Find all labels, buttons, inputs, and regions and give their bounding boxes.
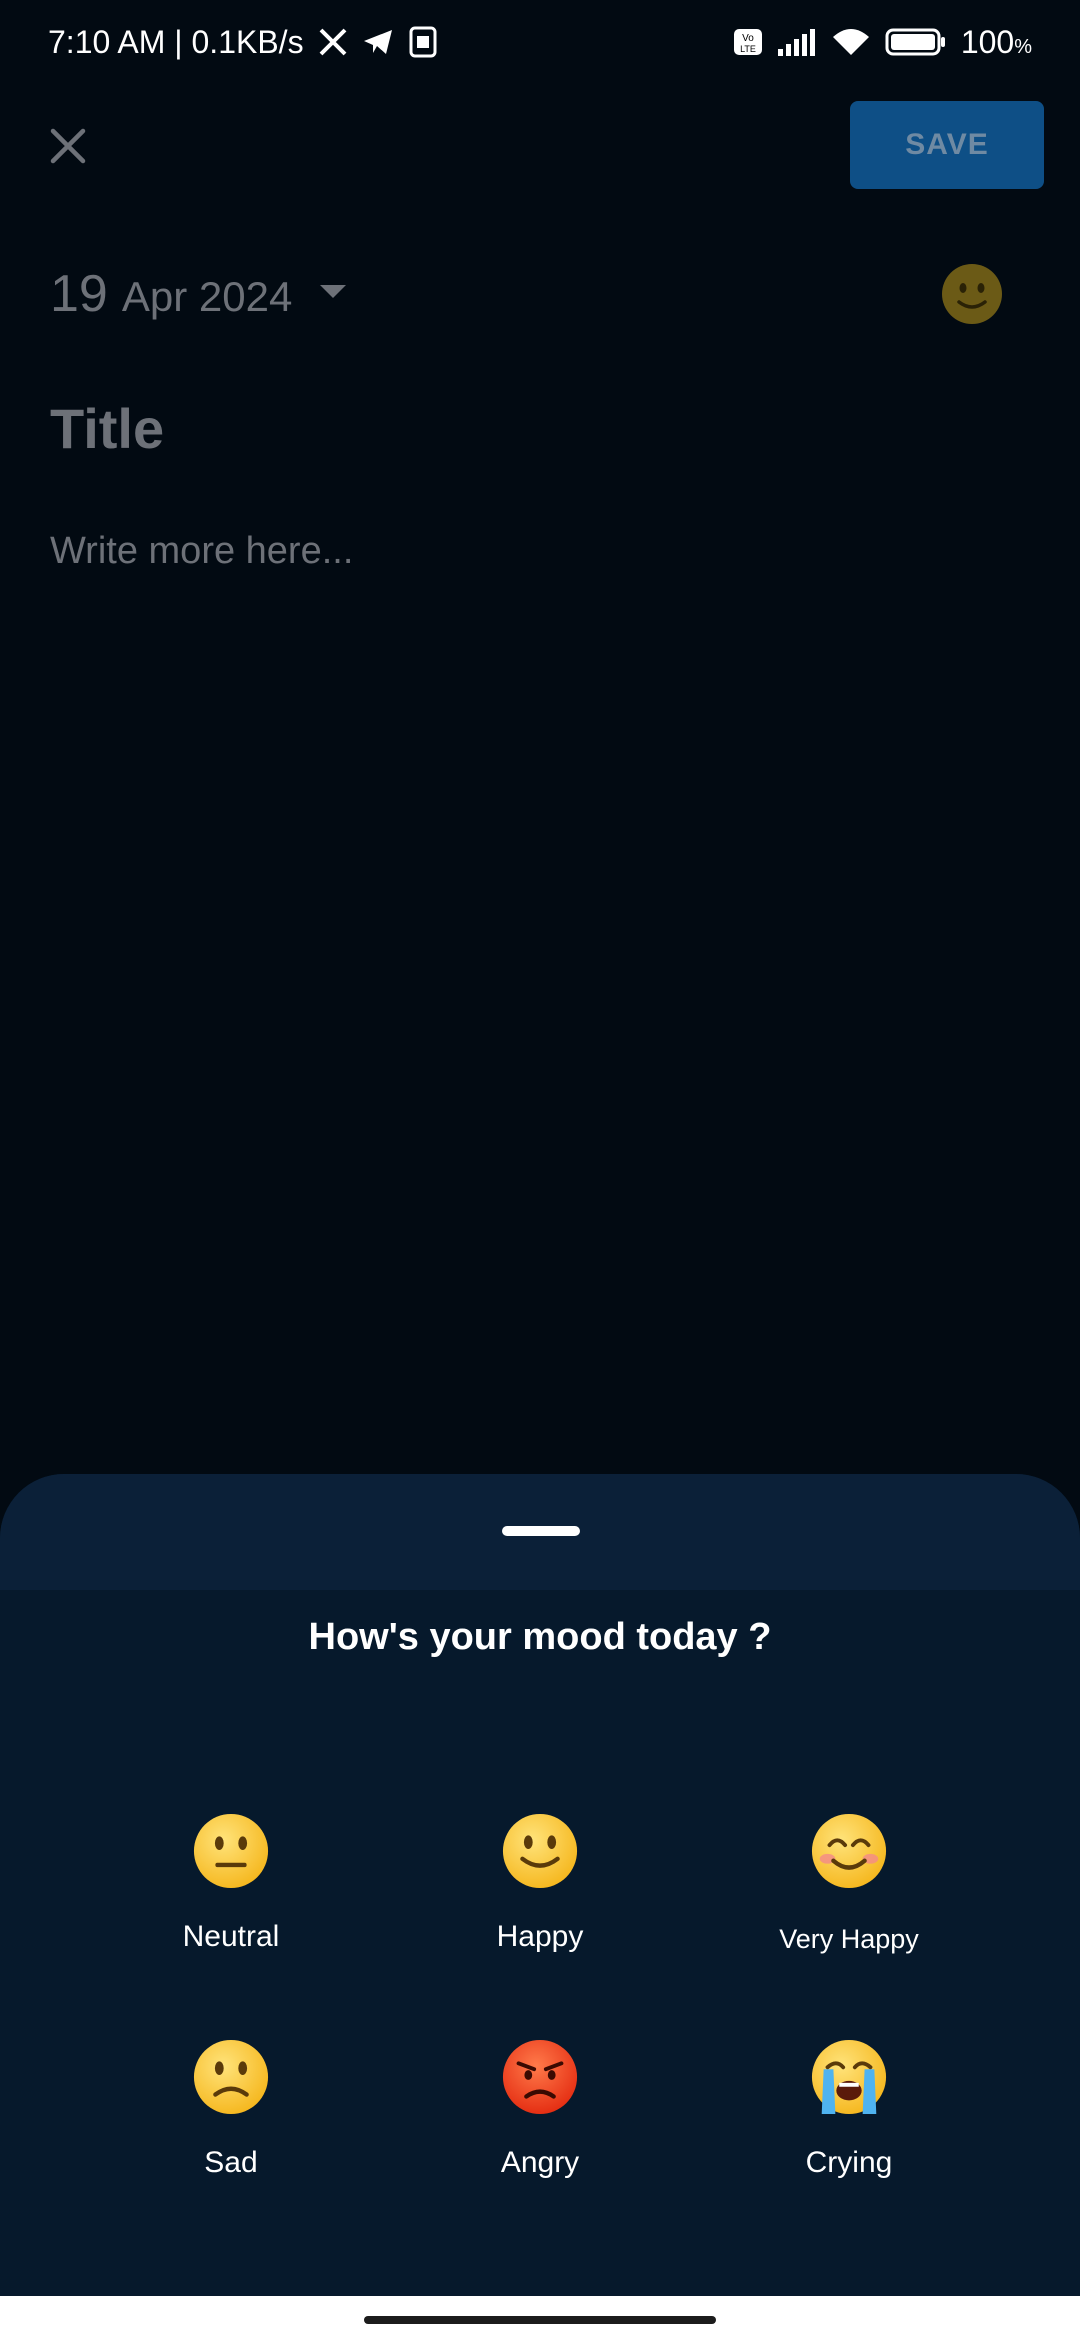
sheet-header — [0, 1474, 1080, 1590]
mood-option-happy[interactable]: Happy — [410, 1812, 670, 1954]
telegram-icon — [362, 27, 394, 57]
title-input[interactable]: Title — [50, 396, 164, 461]
mood-label: Angry — [500, 2146, 580, 2179]
mood-option-very-happy[interactable]: Very Happy — [719, 1812, 979, 1955]
x-app-icon — [318, 27, 348, 57]
slightly-frowning-face-icon — [193, 2039, 269, 2115]
date-month-year: Apr 2024 — [121, 273, 293, 320]
navigation-bar — [0, 2296, 1080, 2340]
svg-text:Vo: Vo — [742, 33, 754, 44]
neutral-face-icon — [193, 1813, 269, 1889]
signal-icon — [777, 27, 817, 57]
home-gesture-handle[interactable] — [364, 2316, 716, 2324]
mood-option-sad[interactable]: Sad — [101, 2038, 361, 2180]
status-right: Vo LTE 100% — [733, 24, 1032, 61]
mood-label: Happy — [496, 1920, 584, 1953]
close-icon — [50, 128, 86, 164]
mood-label: Sad — [204, 2146, 258, 2179]
entry-editor: SAVE 19 Apr 2024 Title Write more here..… — [0, 84, 1080, 1474]
battery-level: 100% — [960, 23, 1032, 60]
loudly-crying-face-icon — [811, 2039, 887, 2115]
angry-face-icon — [502, 2039, 578, 2115]
drag-handle[interactable] — [502, 1526, 580, 1536]
volte-icon: Vo LTE — [733, 28, 763, 56]
mood-label: Crying — [805, 2146, 893, 2179]
selected-mood-button[interactable] — [940, 262, 1004, 326]
mood-label: Very Happy — [779, 1924, 919, 1954]
date-selector[interactable]: 19 Apr 2024 — [50, 264, 347, 324]
mood-option-crying[interactable]: Crying — [719, 2038, 979, 2180]
sheet-title: How's your mood today ? — [308, 1616, 772, 1658]
close-button[interactable] — [40, 118, 96, 174]
slightly-smiling-face-icon — [942, 264, 1002, 324]
status-left: 7:10 AM | 0.1KB/s — [48, 24, 438, 61]
battery-icon — [885, 27, 947, 57]
body-input[interactable]: Write more here... — [50, 530, 353, 573]
mood-option-angry[interactable]: Angry — [410, 2038, 670, 2180]
save-button[interactable]: SAVE — [850, 101, 1044, 189]
status-bar: 7:10 AM | 0.1KB/s Vo LTE 100% — [0, 0, 1080, 84]
mood-bottom-sheet: How's your mood today ? Neutral Happy Ve… — [0, 1474, 1080, 2296]
svg-text:LTE: LTE — [740, 44, 756, 54]
smiling-face-with-smiling-eyes-icon — [811, 1813, 887, 1889]
sim-icon — [408, 26, 438, 58]
slightly-smiling-face-icon — [502, 1813, 578, 1889]
wifi-icon — [831, 27, 871, 57]
mood-option-neutral[interactable]: Neutral — [101, 1812, 361, 1954]
status-time-speed: 7:10 AM | 0.1KB/s — [48, 23, 304, 60]
mood-label: Neutral — [182, 1920, 280, 1953]
caret-down-icon — [320, 284, 347, 304]
date-day: 19 — [50, 265, 108, 323]
